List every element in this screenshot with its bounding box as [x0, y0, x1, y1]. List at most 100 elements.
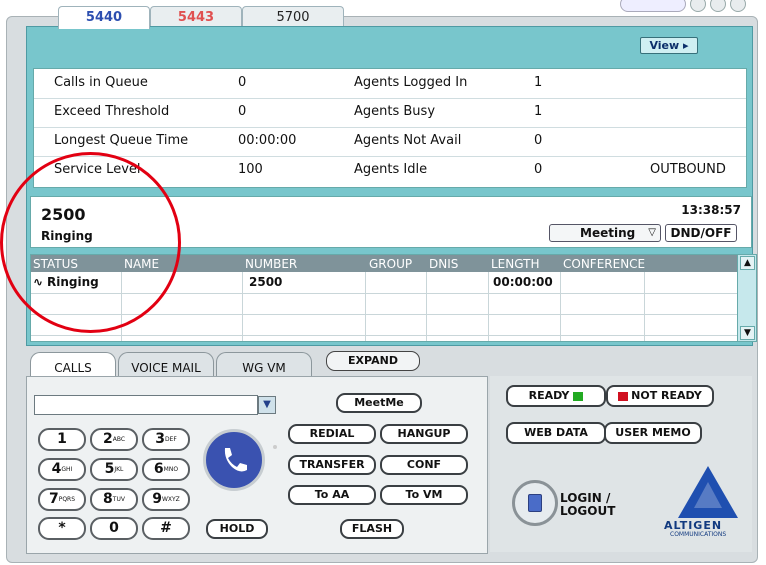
column-divider [242, 272, 243, 341]
scroll-up-icon[interactable]: ▲ [740, 256, 755, 270]
key-digit: 3 [155, 431, 165, 447]
ready-label: READY [528, 389, 570, 402]
web-data-button[interactable]: WEB DATA [506, 422, 606, 444]
key-digit: * [58, 520, 66, 536]
phone-icon [224, 448, 247, 472]
to-aa-button[interactable]: To AA [288, 485, 376, 505]
key-4[interactable]: 4GHI [38, 458, 86, 481]
caller-number: 2500 [41, 205, 86, 224]
presence-dropdown[interactable]: Meeting ▽ [549, 224, 661, 242]
stat-value: 0 [534, 133, 543, 148]
key-digit: 9 [152, 491, 162, 507]
not-ready-led-icon [618, 391, 629, 401]
column-header: NAME [124, 257, 160, 271]
phone-button[interactable] [203, 429, 265, 491]
number-cell: 2500 [249, 275, 283, 289]
key-digit: 1 [57, 431, 67, 447]
altigen-logo-icon [678, 466, 738, 518]
chevron-down-icon: ▽ [648, 227, 656, 238]
key-digit: 7 [48, 491, 59, 507]
column-header: STATUS [33, 257, 79, 271]
key-letters: ABC [112, 436, 126, 443]
expand-button[interactable]: EXPAND [326, 351, 420, 371]
key-digit: 2 [102, 431, 113, 447]
not-ready-label: NOT READY [631, 389, 702, 402]
to-vm-button[interactable]: To VM [380, 485, 468, 505]
key-2[interactable]: 2ABC [90, 428, 138, 451]
queue-stats-table: Calls in Queue 0 Agents Logged In 1 Exce… [33, 68, 747, 188]
close-icon[interactable] [730, 0, 746, 12]
key-7[interactable]: 7PQRS [38, 488, 86, 511]
stat-row: Longest Queue Time 00:00:00 Agents Not A… [34, 127, 746, 157]
stat-label: Longest Queue Time [54, 133, 189, 148]
column-divider [426, 272, 427, 341]
key-0[interactable]: 0 [90, 517, 138, 540]
stat-value: 0 [534, 162, 543, 177]
key-5[interactable]: 5JKL [90, 458, 138, 481]
dial-input[interactable] [34, 395, 258, 415]
stat-value: 00:00:00 [238, 133, 297, 148]
key-1[interactable]: 1 [38, 428, 86, 451]
flash-button[interactable]: FLASH [340, 519, 404, 539]
user-memo-button[interactable]: USER MEMO [604, 422, 702, 444]
tab-calls[interactable]: CALLS [30, 352, 116, 377]
meetme-button[interactable]: MeetMe [336, 393, 422, 413]
key-digit: 4 [51, 461, 62, 477]
stat-value: 1 [534, 104, 543, 119]
decor-dot [273, 445, 277, 449]
conference-button[interactable]: CONF [380, 455, 468, 475]
scrollbar[interactable]: ▲ ▼ [737, 254, 757, 342]
scroll-down-icon[interactable]: ▼ [740, 326, 755, 340]
presence-label: Meeting [580, 226, 636, 240]
stat-value: 0 [238, 104, 247, 119]
key-letters: WXYZ [161, 496, 180, 503]
column-divider [644, 272, 645, 341]
view-button[interactable]: View ▸ [640, 37, 698, 54]
dnd-button[interactable]: DND/OFF [665, 224, 737, 242]
redial-button[interactable]: REDIAL [288, 424, 376, 444]
logo-subtext: COMMUNICATIONS [670, 531, 727, 538]
setting-button[interactable] [620, 0, 686, 12]
stat-label: Calls in Queue [54, 75, 148, 90]
login-icon [528, 494, 542, 512]
column-header: GROUP [369, 257, 413, 271]
key-3[interactable]: 3DEF [142, 428, 190, 451]
call-direction-label: OUTBOUND [650, 162, 726, 177]
key-6[interactable]: 6MNO [142, 458, 190, 481]
login-button[interactable] [512, 480, 558, 526]
hold-button[interactable]: HOLD [206, 519, 268, 539]
stat-label: Agents Busy [354, 104, 436, 119]
ringing-icon: ∿ [33, 275, 44, 289]
transfer-button[interactable]: TRANSFER [288, 455, 376, 475]
table-row[interactable] [31, 314, 737, 336]
key-8[interactable]: 8TUV [90, 488, 138, 511]
key-digit: # [160, 520, 172, 536]
ready-led-icon [573, 391, 584, 401]
key-letters: DEF [164, 436, 177, 443]
key-9[interactable]: 9WXYZ [142, 488, 190, 511]
key-digit: 5 [104, 461, 115, 477]
table-row[interactable] [31, 293, 737, 315]
call-state: Ringing [41, 229, 93, 243]
stat-row: Exceed Threshold 0 Agents Busy 1 [34, 98, 746, 128]
ready-button[interactable]: READY [506, 385, 606, 407]
key-digit: 8 [103, 491, 113, 507]
tab-extension-1[interactable]: 5440 [58, 6, 150, 29]
minimize-icon[interactable] [710, 0, 726, 12]
column-divider [365, 272, 366, 341]
tab-wg-vm[interactable]: WG VM [216, 352, 312, 377]
tab-voice-mail[interactable]: VOICE MAIL [118, 352, 214, 377]
not-ready-button[interactable]: NOT READY [606, 385, 714, 407]
table-row[interactable]: ∿ Ringing 2500 00:00:00 [31, 272, 737, 294]
stat-value: 100 [238, 162, 263, 177]
help-icon[interactable] [690, 0, 706, 12]
login-label: LOGIN / LOGOUT [560, 492, 615, 518]
chevron-down-icon[interactable]: ▼ [258, 396, 276, 414]
stat-label: Exceed Threshold [54, 104, 170, 119]
stat-value: 1 [534, 75, 543, 90]
key-hash[interactable]: # [142, 517, 190, 540]
stat-label: Agents Logged In [354, 75, 468, 90]
column-header: NUMBER [245, 257, 298, 271]
key-star[interactable]: * [38, 517, 86, 540]
hangup-button[interactable]: HANGUP [380, 424, 468, 444]
